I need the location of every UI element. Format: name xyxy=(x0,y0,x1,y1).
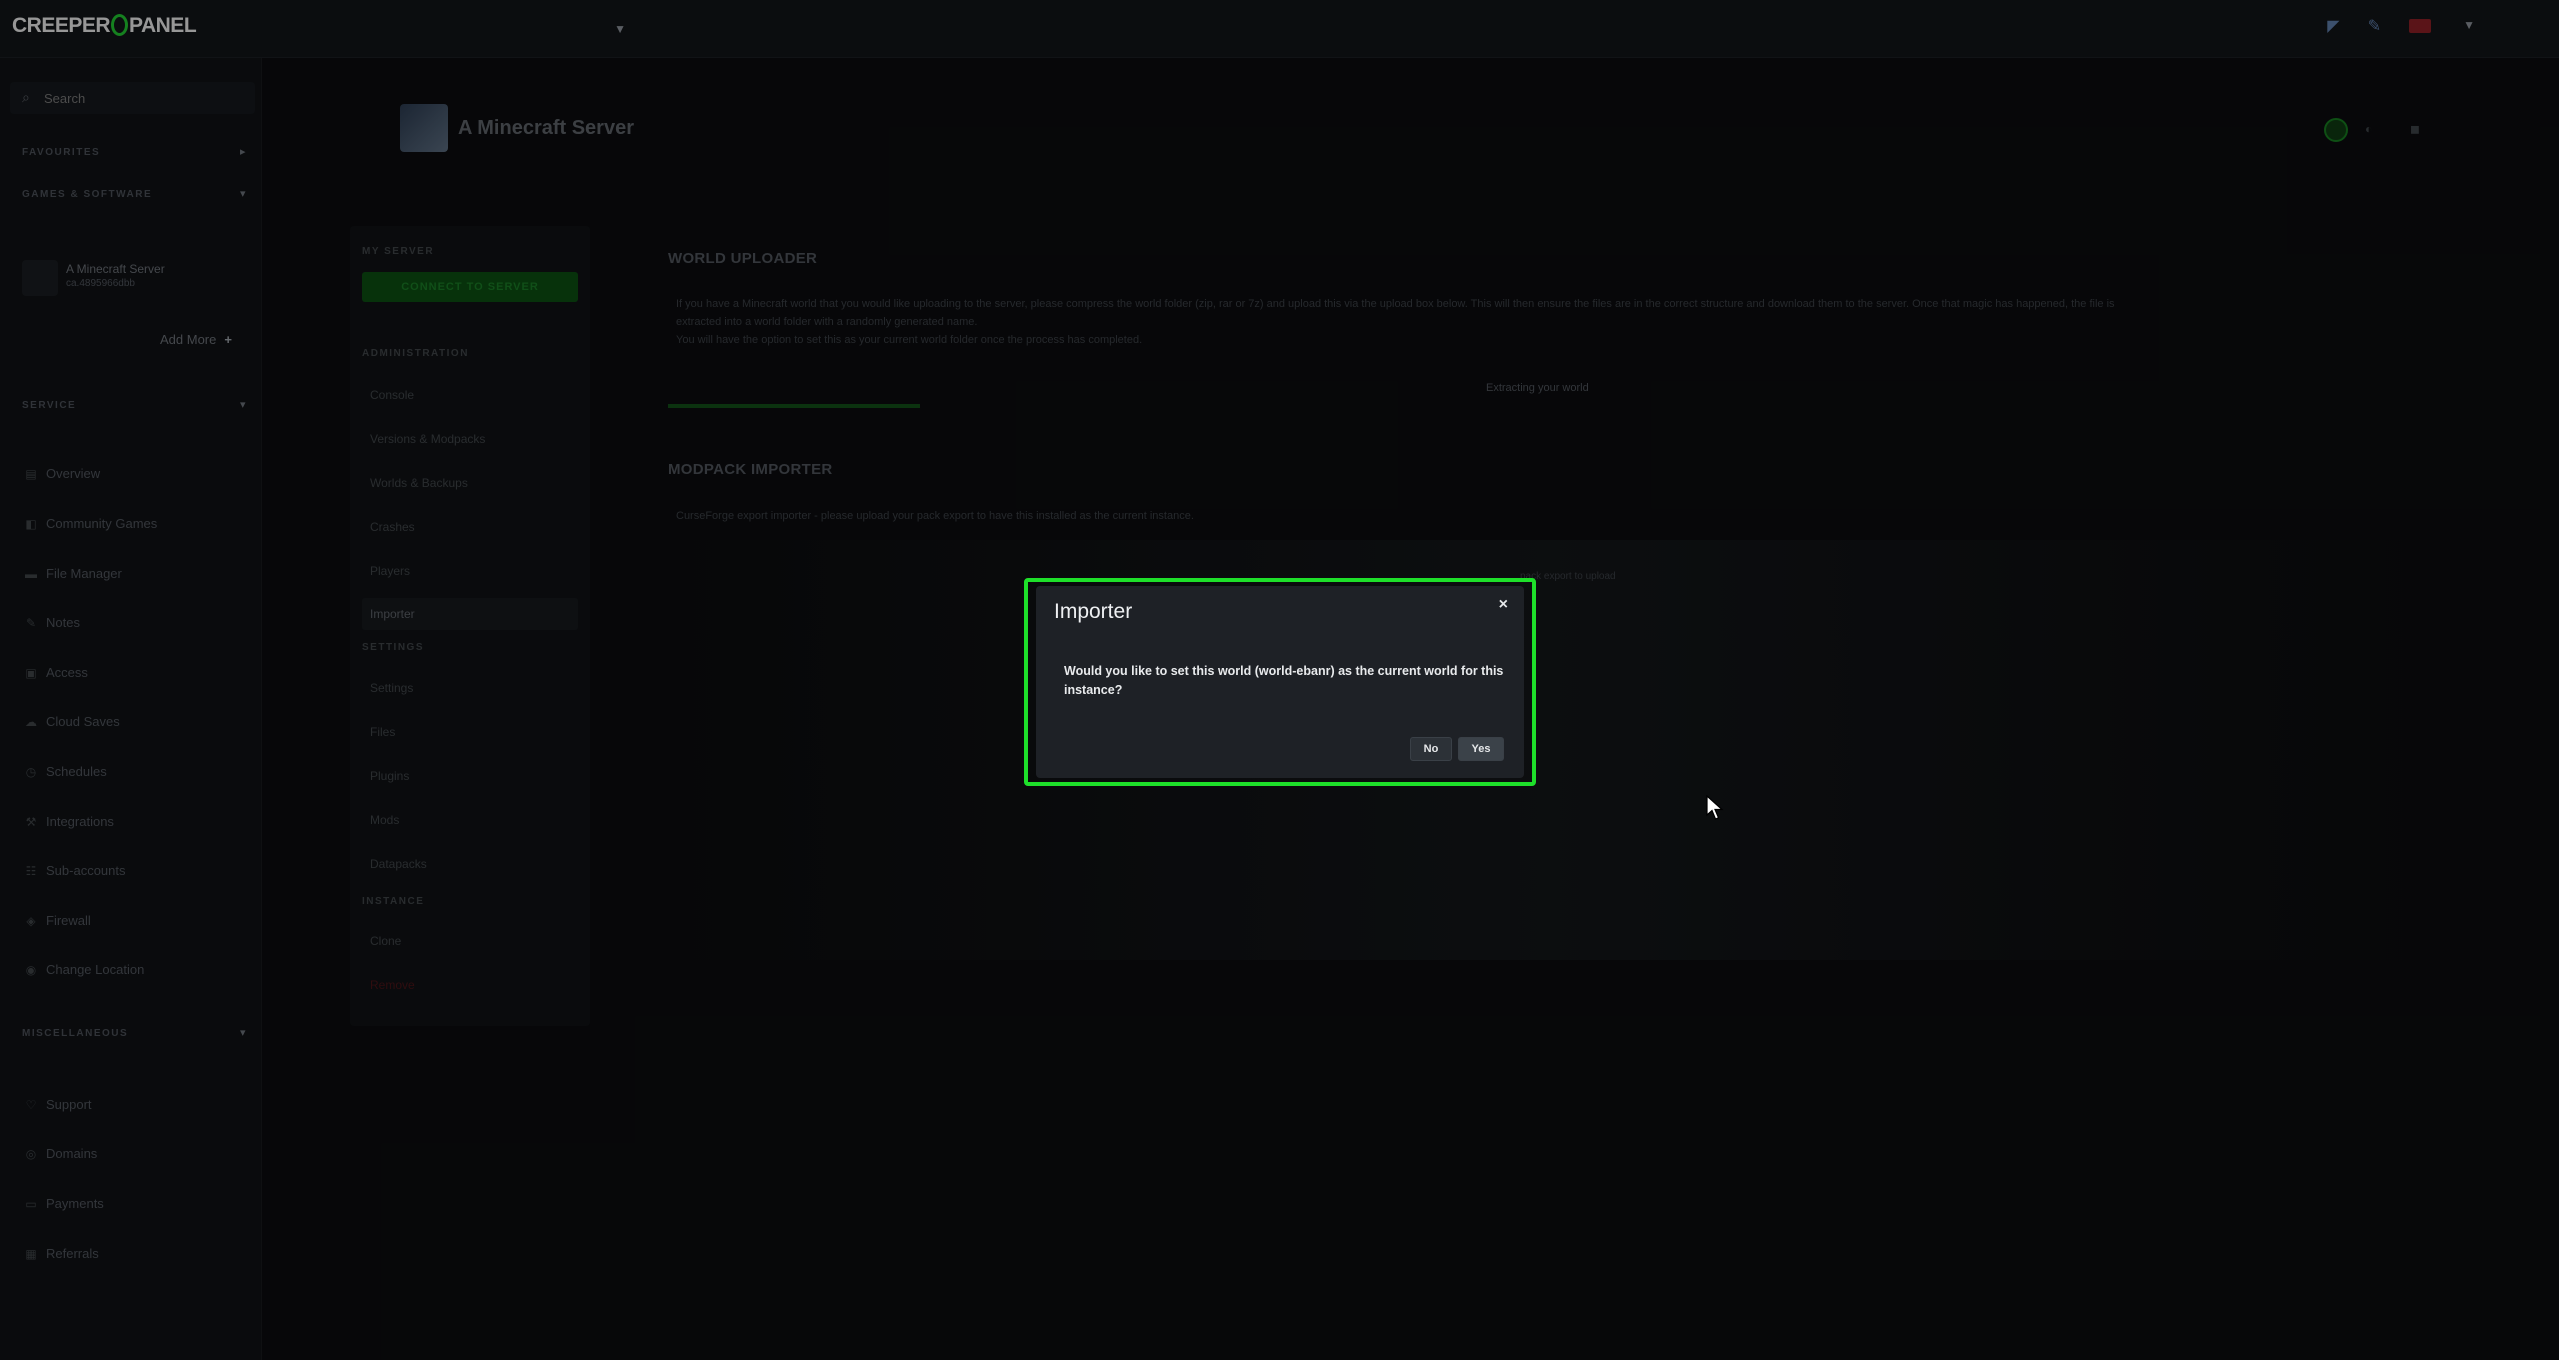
yes-button[interactable]: Yes xyxy=(1458,737,1504,761)
no-button[interactable]: No xyxy=(1410,737,1452,761)
dialog-title: Importer xyxy=(1054,600,1133,623)
mouse-cursor-icon xyxy=(1706,795,1724,820)
close-icon[interactable]: × xyxy=(1499,596,1508,614)
importer-dialog: Importer × Would you like to set this wo… xyxy=(1036,586,1524,778)
dialog-message: Would you like to set this world (world-… xyxy=(1064,664,1504,697)
page: CREEPERPANEL ▼ ◤ ✎ ▼ ⌕ FAVOURITES▸ GAMES… xyxy=(0,0,2559,1360)
